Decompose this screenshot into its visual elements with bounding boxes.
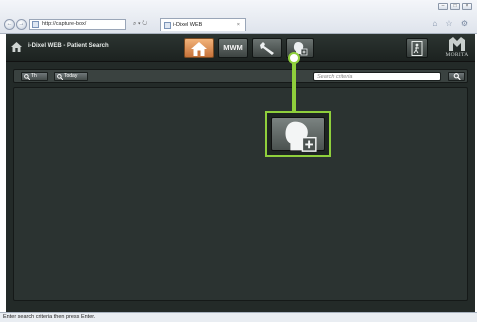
patient-add-icon xyxy=(285,121,317,152)
address-bar[interactable]: http://capture-box/ xyxy=(29,19,126,30)
results-panel xyxy=(13,87,468,301)
callout-zoom xyxy=(265,111,331,157)
search-input[interactable]: Search criteria xyxy=(313,72,441,81)
status-bar: Enter search criteria then press Enter. xyxy=(0,312,477,322)
tab-favicon-icon xyxy=(164,22,171,29)
home-button[interactable] xyxy=(184,38,214,58)
callout-marker xyxy=(288,52,300,64)
brand-text: MORITA xyxy=(445,52,469,58)
maximize-button[interactable]: □ xyxy=(450,3,460,10)
callout-connector xyxy=(292,56,296,114)
mwm-button[interactable]: MWM xyxy=(218,38,248,58)
close-window-button[interactable]: × xyxy=(462,3,472,10)
address-text: http://capture-box/ xyxy=(42,21,87,27)
address-bar-buttons[interactable]: ⌕ ▾ ↻ xyxy=(127,19,157,30)
search-icon xyxy=(24,74,30,80)
back-button[interactable]: ← xyxy=(4,19,15,30)
search-button[interactable] xyxy=(448,72,465,81)
browser-chrome: – □ × ← → http://capture-box/ ⌕ ▾ ↻ i-Di… xyxy=(0,0,477,34)
search-toolbar: Th Today Search criteria xyxy=(13,69,468,83)
search-icon xyxy=(57,74,63,80)
th-filter-button[interactable]: Th xyxy=(21,72,48,81)
screenshot-frame: – □ × ← → http://capture-box/ ⌕ ▾ ↻ i-Di… xyxy=(0,0,477,322)
forward-button[interactable]: → xyxy=(16,19,27,30)
morita-logo-icon xyxy=(449,37,465,51)
today-label: Today xyxy=(64,73,78,79)
minimize-button[interactable]: – xyxy=(438,3,448,10)
app-home-icon xyxy=(11,42,22,52)
app-window: i-Dixel WEB - Patient Search MWM MORITA … xyxy=(6,34,475,312)
browser-tool-icons[interactable]: ⌂ ☆ ⚙ xyxy=(432,19,471,28)
callout-patient-button xyxy=(271,117,325,152)
page-title: i-Dixel WEB - Patient Search xyxy=(28,43,109,49)
search-icon xyxy=(453,73,461,81)
app-header: i-Dixel WEB - Patient Search MWM MORITA xyxy=(6,34,475,62)
tab-close-icon[interactable]: × xyxy=(237,19,240,31)
tab-title: i-Dixel WEB xyxy=(173,22,203,28)
morita-logo: MORITA xyxy=(442,37,472,60)
browser-tab[interactable]: i-Dixel WEB × xyxy=(160,18,246,31)
wrench-icon xyxy=(260,42,274,55)
exit-button[interactable] xyxy=(406,38,428,58)
tools-button[interactable] xyxy=(252,38,282,58)
exit-door-icon xyxy=(411,41,423,56)
th-label: Th xyxy=(31,73,37,79)
page-favicon-icon xyxy=(32,21,39,28)
home-icon xyxy=(191,42,207,56)
today-filter-button[interactable]: Today xyxy=(54,72,88,81)
